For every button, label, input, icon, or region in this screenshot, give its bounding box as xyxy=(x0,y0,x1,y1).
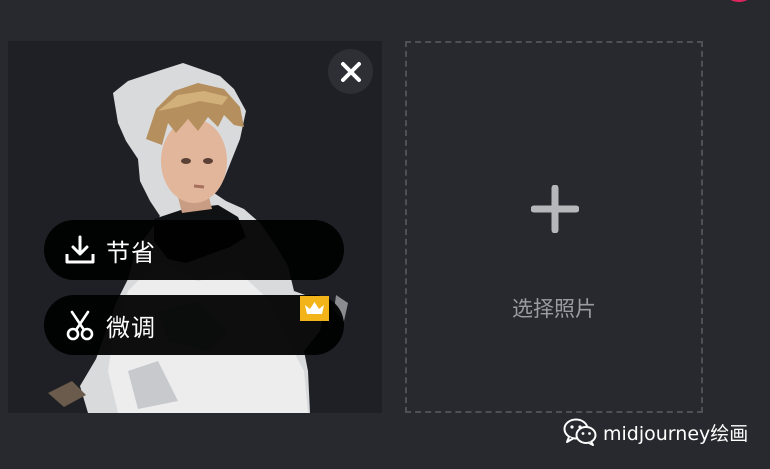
watermark: midjourney绘画 xyxy=(563,418,748,446)
close-icon xyxy=(340,61,361,82)
select-photo-slot[interactable]: 选择照片 xyxy=(405,41,703,413)
select-photo-label: 选择照片 xyxy=(512,297,596,321)
close-button[interactable] xyxy=(328,49,373,94)
save-button[interactable]: 节省 xyxy=(44,220,344,280)
photo-card: 节省 微调 xyxy=(8,41,382,413)
fine-tune-label: 微调 xyxy=(106,313,156,342)
photo-editor-screen: 节省 微调 选择照片 midjourney绘画 xyxy=(0,0,770,469)
wechat-icon xyxy=(563,418,597,446)
download-icon xyxy=(64,234,96,266)
scissors-icon xyxy=(64,309,96,341)
watermark-text: midjourney绘画 xyxy=(603,422,749,445)
save-label: 节省 xyxy=(106,238,156,267)
fine-tune-button[interactable]: 微调 xyxy=(44,295,344,355)
crown-icon xyxy=(300,296,329,321)
avatar[interactable] xyxy=(724,0,754,2)
plus-icon xyxy=(531,185,579,233)
